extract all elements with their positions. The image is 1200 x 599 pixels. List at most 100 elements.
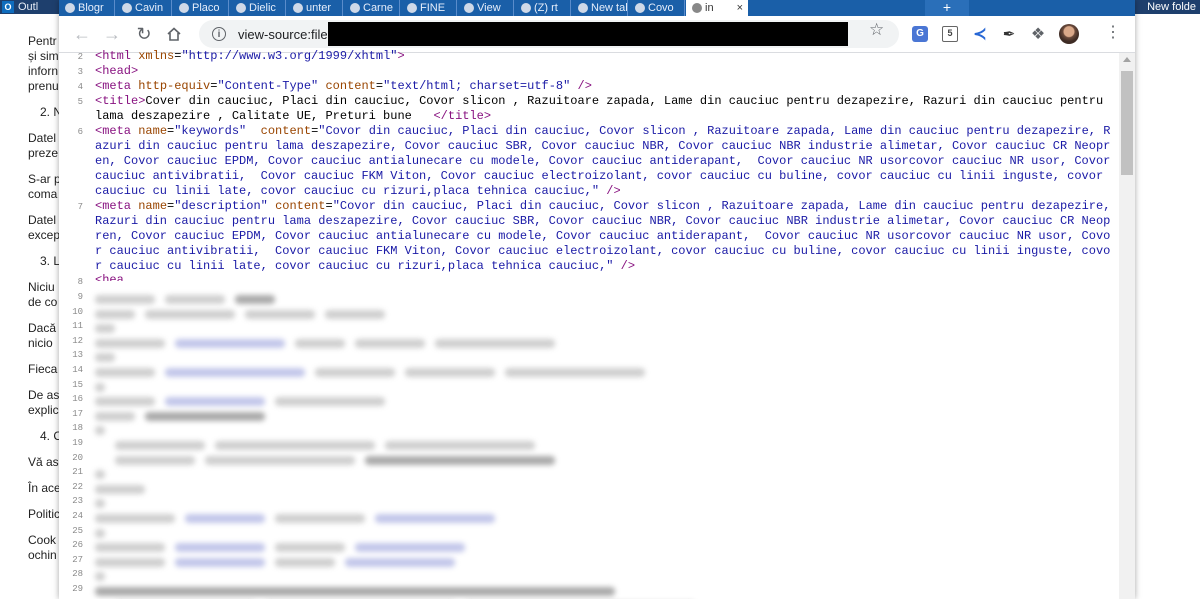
info-icon[interactable]: i — [212, 27, 226, 41]
browser-tab[interactable]: Cavin — [116, 0, 172, 16]
tab-label: View — [477, 2, 501, 14]
browser-tab[interactable]: New tab — [572, 0, 628, 16]
blurred-code-stroke — [355, 543, 465, 553]
tab-label: Blogr — [78, 2, 104, 14]
new-tab-button[interactable]: + — [925, 0, 969, 16]
blurred-code-stroke — [365, 455, 555, 465]
browser-tab[interactable]: unter — [287, 0, 343, 16]
c-extension-icon[interactable]: ≺ — [970, 24, 990, 44]
line-number: 11 — [72, 321, 83, 332]
tab-favicon-icon — [179, 3, 189, 13]
reload-button[interactable]: ↻ — [133, 23, 155, 45]
line-number: 22 — [72, 481, 83, 492]
line-number: 10 — [72, 306, 83, 317]
tab-favicon-icon — [65, 3, 75, 13]
line-number: 20 — [72, 452, 83, 463]
new-folder-label[interactable]: New folde — [1147, 0, 1196, 14]
blurred-code-stroke — [205, 455, 355, 465]
blurred-code-stroke — [375, 514, 495, 523]
blurred-code-stroke — [315, 368, 395, 377]
blurred-code-stroke — [275, 514, 365, 523]
blurred-code-stroke — [95, 309, 135, 319]
pen-extension-icon[interactable]: ✒ — [999, 24, 1019, 44]
forward-button[interactable]: → — [101, 23, 123, 45]
line-number: 12 — [72, 335, 83, 346]
outlook-label: Outl — [18, 1, 39, 13]
tab-favicon-icon — [407, 3, 417, 13]
blurred-code-stroke — [95, 368, 155, 377]
browser-tab[interactable]: in × — [686, 0, 748, 16]
translate-icon: G — [912, 26, 928, 42]
blurred-code-stroke — [345, 557, 455, 567]
tab-favicon-icon — [293, 3, 303, 13]
blurred-code-stroke — [165, 295, 225, 304]
puzzle-icon[interactable]: ❖ — [1028, 24, 1048, 44]
scroll-up-arrow-icon[interactable] — [1123, 57, 1131, 62]
html5-extension-button[interactable]: 5 — [940, 24, 960, 44]
blurred-code-stroke — [175, 338, 285, 348]
translate-extension-button[interactable]: G — [910, 24, 930, 44]
source-line-3: <head> — [95, 64, 139, 78]
blurred-code-stroke — [145, 411, 265, 421]
blurred-code-stroke — [95, 411, 135, 421]
tab-label: Placo — [192, 2, 220, 14]
back-button[interactable]: ← — [71, 23, 93, 45]
star-icon[interactable]: ☆ — [869, 20, 884, 40]
browser-tab[interactable]: FINE — [401, 0, 457, 16]
blurred-code-stroke — [95, 397, 155, 407]
blurred-code-stroke — [165, 368, 305, 377]
vertical-scrollbar[interactable] — [1119, 53, 1135, 599]
blurred-code-stroke — [95, 353, 115, 363]
line-number: 24 — [72, 511, 83, 521]
browser-tab[interactable]: Blogr — [59, 0, 115, 16]
tab-label: Covo — [648, 2, 674, 14]
blurred-code-stroke — [275, 397, 385, 407]
line-number: 18 — [72, 423, 83, 434]
address-bar[interactable]: i view-source:file — [199, 20, 899, 48]
blurred-code-stroke — [145, 309, 235, 319]
blurred-code-stroke — [95, 382, 105, 392]
blurred-code-stroke — [95, 324, 115, 334]
line-number: 6 — [77, 127, 83, 137]
outlook-icon: O — [2, 1, 14, 13]
blurred-code-stroke — [115, 441, 205, 450]
browser-tab[interactable]: Dielic — [230, 0, 286, 16]
tab-favicon-icon — [635, 3, 645, 13]
outlook-tab[interactable]: O Outl — [0, 0, 38, 14]
profile-avatar[interactable] — [1059, 24, 1079, 44]
blurred-code-stroke — [95, 528, 105, 538]
home-button[interactable] — [163, 23, 185, 45]
blurred-code-stroke — [385, 441, 535, 450]
blurred-code-stroke — [165, 397, 265, 407]
blurred-code-stroke — [95, 499, 105, 509]
blurred-code-stroke — [355, 338, 425, 348]
blurred-code-stroke — [95, 587, 615, 596]
blurred-code-stroke — [275, 543, 345, 553]
line-number: 13 — [72, 350, 83, 361]
browser-tab[interactable]: Placo — [173, 0, 229, 16]
tab-favicon-icon — [464, 3, 474, 13]
browser-tab[interactable]: (Z) rt — [515, 0, 571, 16]
blurred-source-region — [95, 281, 795, 599]
blurred-code-stroke — [95, 484, 145, 494]
line-number: 19 — [72, 438, 83, 448]
blurred-code-stroke — [295, 338, 345, 348]
kebab-menu-icon[interactable]: ⋮ — [1105, 25, 1121, 41]
blurred-code-stroke — [405, 368, 495, 377]
browser-tab[interactable]: View — [458, 0, 514, 16]
redacted-url-segment — [327, 22, 848, 46]
scrollbar-thumb[interactable] — [1121, 71, 1133, 175]
blurred-code-stroke — [95, 338, 165, 348]
blurred-code-stroke — [275, 557, 335, 567]
browser-tab[interactable]: Carne — [344, 0, 400, 16]
blurred-code-stroke — [325, 309, 385, 319]
browser-tab[interactable]: Covo — [629, 0, 685, 16]
blurred-code-stroke — [95, 514, 175, 523]
line-number: 3 — [77, 67, 83, 77]
blurred-code-stroke — [95, 557, 165, 567]
line-number: 28 — [72, 569, 83, 580]
tab-strip: Blogr Cavin Placo Dielic unter Carne FINE View (… — [59, 0, 1135, 16]
close-tab-icon[interactable]: × — [737, 2, 743, 14]
tab-label: unter — [306, 2, 332, 14]
blurred-code-stroke — [505, 368, 645, 377]
